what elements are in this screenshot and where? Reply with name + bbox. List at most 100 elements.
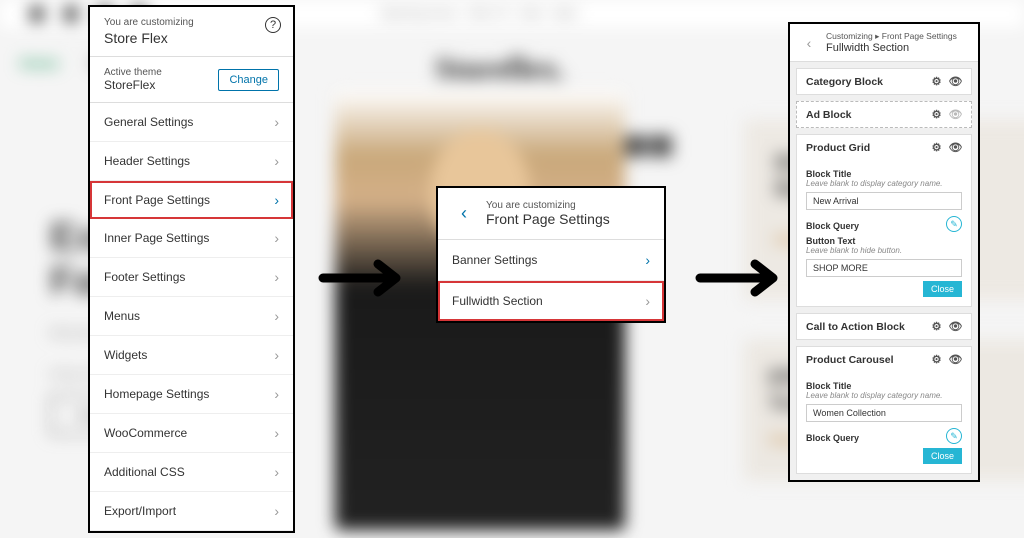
chevron-right-icon: › [274,464,279,480]
eye-icon[interactable]: 👁 [949,353,962,366]
active-theme-label: Active theme [104,67,162,78]
menu-inner-page-settings[interactable]: Inner Page Settings › [90,219,293,258]
product-grid-header[interactable]: Product Grid ⚙ 👁 [797,135,971,160]
block-title-label: Block Title [806,381,962,391]
gear-icon[interactable]: ⚙ [930,353,943,366]
menu-woocommerce[interactable]: WooCommerce › [90,414,293,453]
panel1-title: Store Flex [104,30,279,46]
menu-item-label: General Settings [104,115,193,129]
block-name: Product Grid [806,142,870,154]
bg-slider-arrows [625,135,672,157]
menu-item-label: WooCommerce [104,426,187,440]
menu-fullwidth-section[interactable]: Fullwidth Section › [438,281,664,321]
block-name: Category Block [806,76,883,88]
menu-banner-settings[interactable]: Banner Settings › [438,240,664,281]
chevron-right-icon: › [274,308,279,324]
edit-icon[interactable]: ✎ [946,428,962,444]
block-query-label: Block Query [806,221,859,231]
gear-icon[interactable]: ⚙ [930,141,943,154]
chevron-right-icon: › [274,153,279,169]
chevron-right-icon: › [645,252,650,268]
menu-item-label: Additional CSS [104,465,185,479]
block-name: Ad Block [806,109,852,121]
menu-front-page-settings[interactable]: Front Page Settings › [90,181,293,219]
menu-item-label: Homepage Settings [104,387,209,401]
menu-item-label: Inner Page Settings [104,231,209,245]
block-title-input[interactable] [806,404,962,422]
menu-header-settings[interactable]: Header Settings › [90,142,293,181]
menu-menus[interactable]: Menus › [90,297,293,336]
block-title-input[interactable] [806,192,962,210]
panel3-title: Fullwidth Section [826,42,957,54]
block-name: Call to Action Block [806,321,905,333]
eye-icon[interactable]: 👁 [949,141,962,154]
menu-item-label: Menus [104,309,140,323]
chevron-right-icon: › [274,386,279,402]
panel2-header: ‹ You are customizing Front Page Setting… [438,188,664,240]
close-button[interactable]: Close [923,281,962,297]
flow-arrow-2 [695,256,790,306]
gear-icon[interactable]: ⚙ [930,320,943,333]
edit-icon[interactable]: ✎ [946,216,962,232]
gear-icon[interactable]: ⚙ [930,108,943,121]
block-query-label: Block Query [806,433,859,443]
block-title-hint: Leave blank to display category name. [806,179,962,188]
button-text-input[interactable] [806,259,962,277]
chevron-right-icon: › [274,114,279,130]
panel2-title: Front Page Settings [486,211,610,227]
gear-icon[interactable]: ⚙ [930,75,943,88]
menu-item-label: Fullwidth Section [452,294,543,308]
menu-export-import[interactable]: Export/Import › [90,492,293,531]
chevron-right-icon: › [274,230,279,246]
bg-opening-hours: Opening hours · Mon Fri · 8am - 8pm [380,6,578,20]
fullwidth-section-panel: ‹ Customizing ▸ Front Page Settings Full… [788,22,980,482]
back-button[interactable]: ‹ [452,202,476,226]
panel1-subtitle: You are customizing [104,17,279,28]
product-carousel-block: Product Carousel ⚙ 👁 Block Title Leave b… [796,346,972,474]
panel2-subtitle: You are customizing [486,200,610,211]
menu-item-label: Banner Settings [452,253,537,267]
button-text-label: Button Text [806,236,962,246]
menu-widgets[interactable]: Widgets › [90,336,293,375]
menu-item-label: Front Page Settings [104,193,210,207]
active-theme-name: StoreFlex [104,78,162,92]
menu-footer-settings[interactable]: Footer Settings › [90,258,293,297]
block-title-label: Block Title [806,169,962,179]
menu-item-label: Header Settings [104,154,190,168]
menu-item-label: Footer Settings [104,270,185,284]
block-name: Product Carousel [806,354,894,366]
eye-icon[interactable]: 👁 [949,320,962,333]
product-carousel-header[interactable]: Product Carousel ⚙ 👁 [797,347,971,372]
menu-homepage-settings[interactable]: Homepage Settings › [90,375,293,414]
flow-arrow-1 [318,256,413,306]
menu-item-label: Export/Import [104,504,176,518]
chevron-right-icon: › [274,503,279,519]
panel3-header: ‹ Customizing ▸ Front Page Settings Full… [790,24,978,62]
button-text-hint: Leave blank to hide button. [806,246,962,255]
block-title-hint: Leave blank to display category name. [806,391,962,400]
product-grid-block: Product Grid ⚙ 👁 Block Title Leave blank… [796,134,972,307]
front-page-settings-panel: ‹ You are customizing Front Page Setting… [436,186,666,323]
menu-general-settings[interactable]: General Settings › [90,103,293,142]
eye-off-icon[interactable]: 👁 [949,108,962,121]
eye-icon[interactable]: 👁 [949,75,962,88]
panel1-header: You are customizing Store Flex ? [90,7,293,57]
active-theme-row: Active theme StoreFlex Change [90,57,293,103]
menu-item-label: Widgets [104,348,147,362]
ad-block[interactable]: Ad Block ⚙ 👁 [796,101,972,128]
chevron-right-icon: › [274,192,279,208]
close-button[interactable]: Close [923,448,962,464]
cta-block[interactable]: Call to Action Block ⚙ 👁 [796,313,972,340]
chevron-right-icon: › [645,293,650,309]
back-button[interactable]: ‹ [800,34,818,52]
menu-additional-css[interactable]: Additional CSS › [90,453,293,492]
change-theme-button[interactable]: Change [218,69,279,91]
bg-logo: Storeflex. [435,50,565,87]
chevron-right-icon: › [274,425,279,441]
category-block[interactable]: Category Block ⚙ 👁 [796,68,972,95]
panel3-breadcrumb: Customizing ▸ Front Page Settings [826,31,957,42]
help-icon[interactable]: ? [265,17,281,33]
customizer-main-panel: You are customizing Store Flex ? Active … [88,5,295,533]
chevron-right-icon: › [274,269,279,285]
chevron-right-icon: › [274,347,279,363]
